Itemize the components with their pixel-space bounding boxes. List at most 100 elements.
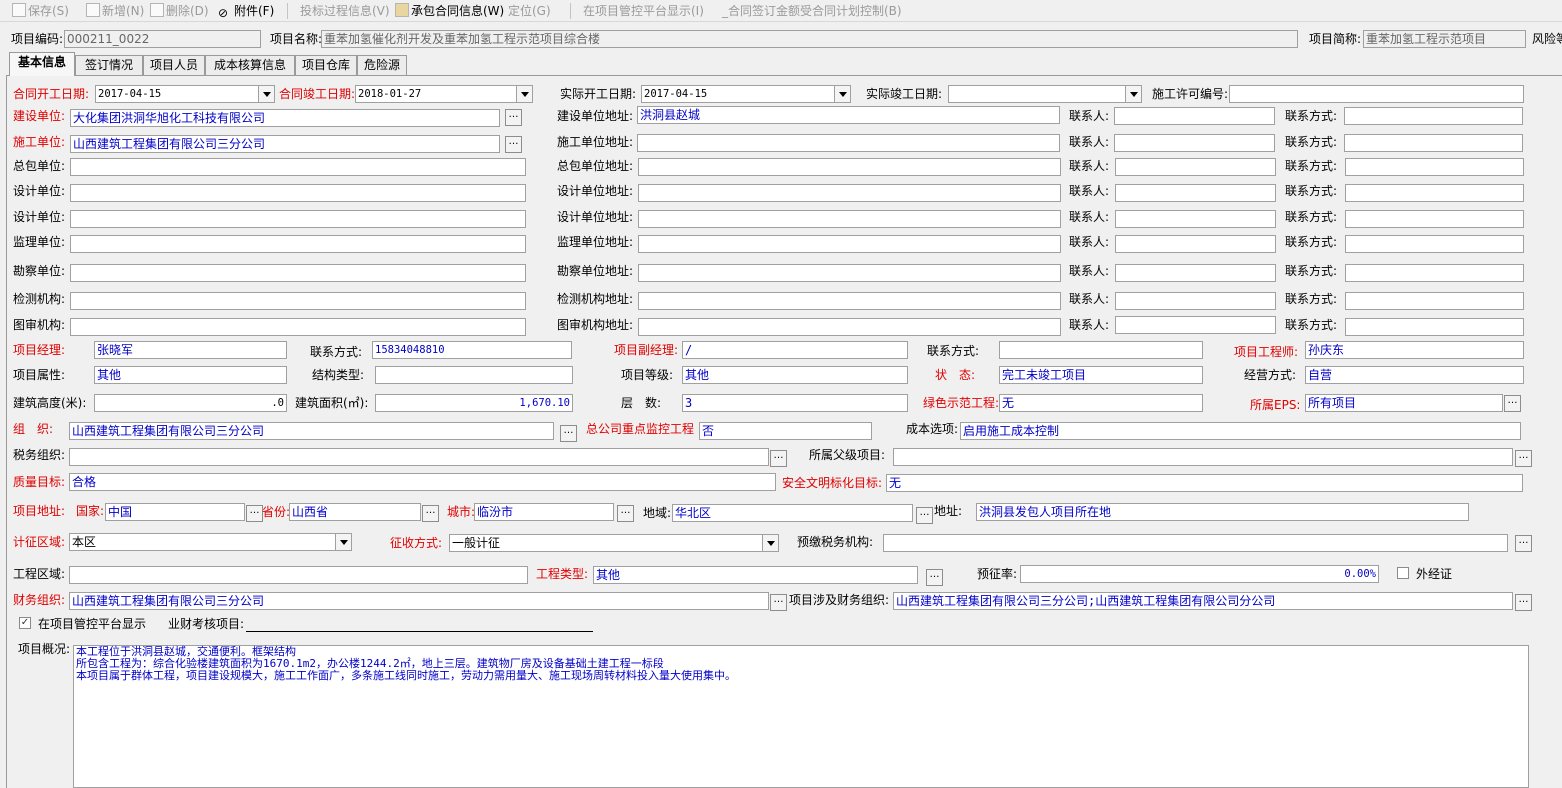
contact-field[interactable]: [1115, 316, 1276, 334]
unit-address-field[interactable]: [638, 235, 1061, 253]
contact-way-field[interactable]: [1345, 235, 1524, 253]
address-field[interactable]: 洪洞县发包人项目所在地: [976, 503, 1469, 521]
contract-info-button[interactable]: 承包合同信息(W): [395, 2, 504, 20]
tab-cost-accounting[interactable]: 成本核算信息: [205, 55, 295, 75]
unit-address-field[interactable]: [638, 184, 1061, 202]
organization-field[interactable]: 山西建筑工程集团有限公司三分公司: [69, 422, 554, 440]
chevron-down-icon[interactable]: [516, 86, 532, 102]
tab-signing[interactable]: 签订情况: [75, 55, 143, 75]
status-field[interactable]: 完工未竣工项目: [999, 366, 1203, 384]
region-field[interactable]: 华北区: [672, 504, 913, 522]
prepay-rate-field[interactable]: 0.00%: [1020, 565, 1379, 583]
project-name-field[interactable]: 重苯加氢催化剂开发及重苯加氢工程示范项目综合楼: [321, 30, 1298, 48]
unit-browse-button[interactable]: …: [505, 109, 522, 126]
tax-org-browse-button[interactable]: …: [770, 450, 787, 467]
involved-finance-field[interactable]: 山西建筑工程集团有限公司三分公司;山西建筑工程集团有限公司分公司: [893, 592, 1513, 610]
floors-field[interactable]: 3: [682, 394, 908, 412]
show-on-platform-button[interactable]: 在项目管控平台显示(I): [583, 2, 704, 20]
quality-target-field[interactable]: 合格: [69, 473, 776, 491]
actual-start-picker[interactable]: 2017-04-15: [641, 85, 851, 103]
province-browse-button[interactable]: …: [422, 505, 439, 522]
tab-hazards[interactable]: 危险源: [357, 55, 407, 75]
save-button[interactable]: 保存(S): [12, 2, 69, 20]
show-on-platform-checkbox[interactable]: ✓: [19, 617, 31, 629]
tax-area-select[interactable]: 本区: [69, 533, 352, 551]
province-field[interactable]: 山西省: [289, 503, 421, 521]
parent-project-field[interactable]: [893, 448, 1513, 466]
building-area-field[interactable]: 1,670.10: [375, 394, 573, 412]
project-grade-field[interactable]: 其他: [682, 366, 908, 384]
contact-field[interactable]: [1115, 158, 1276, 176]
project-engineer-field[interactable]: 孙庆东: [1305, 341, 1524, 359]
unit-field[interactable]: 山西建筑工程集团有限公司三分公司: [70, 135, 500, 153]
contact-way-field[interactable]: [1345, 210, 1524, 228]
contract-end-picker[interactable]: 2018-01-27: [355, 85, 533, 103]
contact-way-field[interactable]: [1345, 184, 1524, 202]
eps-browse-button[interactable]: …: [1504, 395, 1521, 412]
contact-way-field[interactable]: [1345, 292, 1524, 310]
contract-start-picker[interactable]: 2017-04-15: [95, 85, 275, 103]
cost-option-field[interactable]: 启用施工成本控制: [960, 422, 1521, 440]
project-attr-field[interactable]: 其他: [94, 366, 287, 384]
unit-field[interactable]: [70, 235, 526, 253]
contract-control-button[interactable]: _合同签订金额受合同计划控制(B): [722, 2, 902, 20]
project-manager-field[interactable]: 张晓军: [94, 341, 287, 359]
project-code-field[interactable]: 000211_0022: [64, 30, 261, 48]
overview-textarea[interactable]: 本工程位于洪洞县赵城，交通便利。框架结构 所包含工程为：综合化验楼建筑面积为16…: [73, 645, 1529, 788]
chevron-down-icon[interactable]: [834, 86, 850, 102]
chevron-down-icon[interactable]: [258, 86, 274, 102]
external-cert-checkbox[interactable]: [1397, 567, 1409, 579]
actual-end-picker[interactable]: [948, 85, 1142, 103]
contact-field[interactable]: [1115, 210, 1276, 228]
tax-org-field[interactable]: [69, 448, 769, 466]
parent-project-browse-button[interactable]: …: [1515, 450, 1532, 467]
country-browse-button[interactable]: …: [246, 505, 263, 522]
tab-basic-info[interactable]: 基本信息: [9, 52, 75, 76]
building-height-field[interactable]: .0: [94, 394, 287, 412]
manager-phone-field[interactable]: 15834048810: [372, 341, 572, 359]
contact-field[interactable]: [1114, 107, 1275, 125]
unit-address-field[interactable]: [638, 264, 1061, 282]
contact-field[interactable]: [1115, 235, 1276, 253]
deputy-manager-field[interactable]: /: [682, 341, 908, 359]
contact-field[interactable]: [1114, 134, 1275, 152]
unit-browse-button[interactable]: …: [505, 136, 522, 153]
unit-field[interactable]: [70, 210, 526, 228]
contact-way-field[interactable]: [1344, 107, 1523, 125]
country-field[interactable]: 中国: [105, 503, 245, 521]
unit-address-field[interactable]: 洪洞县赵城: [637, 106, 1060, 124]
contact-way-field[interactable]: [1345, 318, 1524, 336]
finance-org-field[interactable]: 山西建筑工程集团有限公司三分公司: [69, 592, 769, 610]
contact-way-field[interactable]: [1345, 264, 1524, 282]
contact-way-field[interactable]: [1344, 134, 1523, 152]
deputy-phone-field[interactable]: [999, 341, 1203, 359]
unit-address-field[interactable]: [638, 210, 1061, 228]
unit-address-field[interactable]: [638, 158, 1061, 176]
chevron-down-icon[interactable]: [762, 535, 778, 551]
city-field[interactable]: 临汾市: [474, 503, 614, 521]
unit-field[interactable]: [70, 318, 526, 336]
region-browse-button[interactable]: …: [916, 507, 933, 524]
unit-field[interactable]: [70, 184, 526, 202]
delete-button[interactable]: 删除(D): [150, 2, 209, 20]
attachment-button[interactable]: ⊘ 附件(F): [218, 2, 274, 20]
contact-field[interactable]: [1115, 292, 1276, 310]
unit-field[interactable]: [70, 292, 526, 310]
add-button[interactable]: 新增(N): [86, 2, 144, 20]
levy-method-select[interactable]: 一般计征: [449, 534, 779, 552]
unit-field[interactable]: 大化集团洪洞华旭化工科技有限公司: [70, 109, 500, 127]
prepay-agency-browse-button[interactable]: …: [1515, 535, 1532, 552]
green-project-field[interactable]: 无: [999, 394, 1203, 412]
permit-field[interactable]: [1229, 85, 1524, 103]
project-zone-field[interactable]: [69, 566, 528, 584]
project-short-field[interactable]: 重苯加氢工程示范项目: [1363, 30, 1526, 48]
contact-field[interactable]: [1115, 184, 1276, 202]
city-browse-button[interactable]: …: [617, 505, 634, 522]
unit-address-field[interactable]: [637, 134, 1060, 152]
unit-address-field[interactable]: [638, 318, 1061, 336]
bid-info-button[interactable]: 投标过程信息(V): [300, 2, 390, 20]
audit-project-field[interactable]: [246, 631, 593, 632]
unit-field[interactable]: [70, 264, 526, 282]
unit-address-field[interactable]: [638, 292, 1061, 310]
eps-field[interactable]: 所有项目: [1305, 394, 1503, 412]
